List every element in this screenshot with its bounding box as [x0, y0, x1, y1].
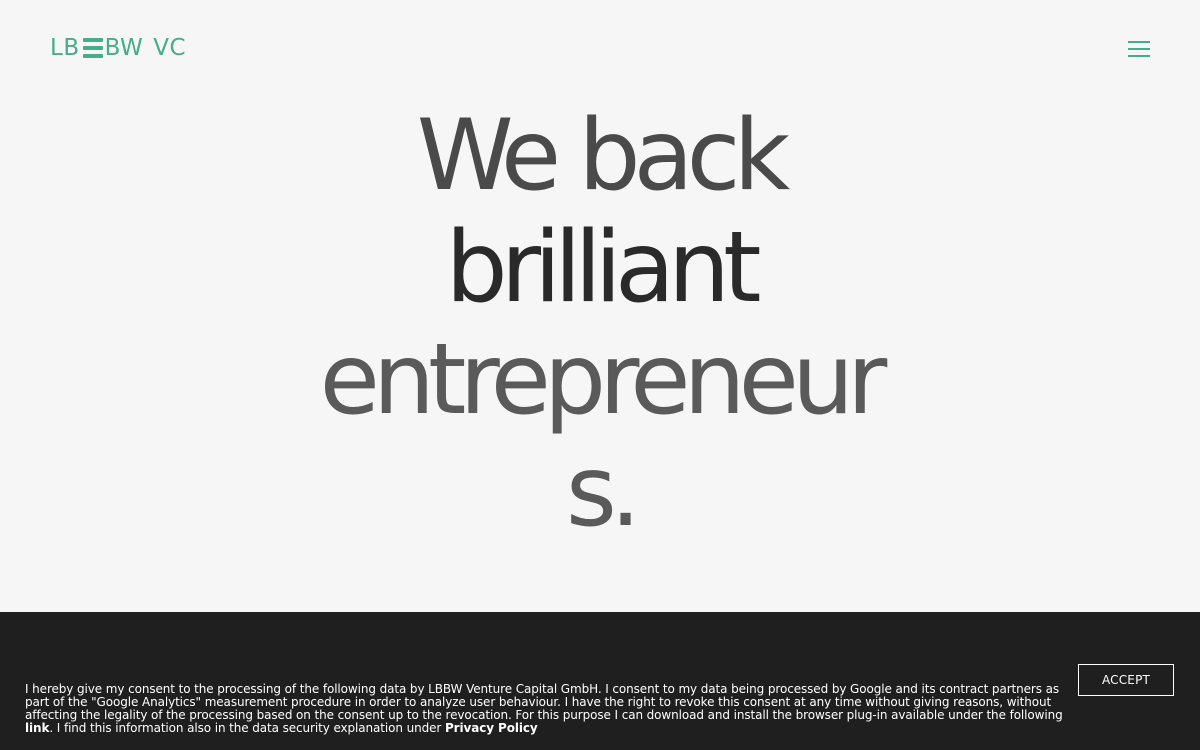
logo-text-vc: VC — [153, 35, 187, 61]
consent-text-tail: . I find this information also in the da… — [49, 721, 445, 735]
logo-bars-icon — [82, 38, 103, 58]
site-header: LB BW VC — [0, 0, 1200, 100]
logo-text-lb: LB — [50, 35, 80, 61]
page: LB BW VC We back brilliant entrepreneurs… — [0, 0, 1200, 750]
plugin-link[interactable]: link — [25, 721, 49, 735]
hero-line-1: We back — [300, 100, 900, 212]
hero-line-1-text: We back — [416, 99, 790, 213]
lbbw-vc-logo[interactable]: LB BW VC — [50, 34, 186, 62]
hero-line-2: brilliant — [445, 211, 762, 325]
hero-heading: We back brilliant entrepreneurs. — [300, 100, 900, 548]
logo-text-bw: BW — [104, 35, 144, 61]
consent-text: I hereby give my consent to the processi… — [25, 683, 1065, 735]
consent-text-main: I hereby give my consent to the processi… — [25, 682, 1063, 722]
accept-button[interactable]: ACCEPT — [1078, 664, 1174, 696]
hamburger-menu-icon[interactable] — [1123, 34, 1155, 64]
hero-line-3: entrepreneurs. — [319, 323, 888, 549]
privacy-policy-link[interactable]: Privacy Policy — [445, 721, 538, 735]
